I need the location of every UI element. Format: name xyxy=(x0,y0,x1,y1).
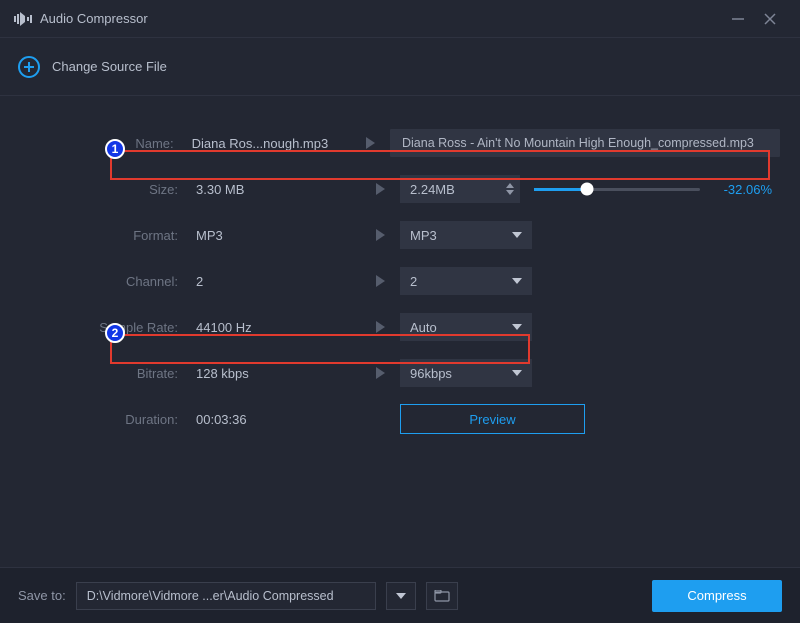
chevron-right-icon xyxy=(376,183,385,195)
annotation-badge-1: 1 xyxy=(105,139,125,159)
chevron-down-icon xyxy=(512,278,522,284)
source-sample-rate: 44100 Hz xyxy=(192,320,360,335)
compress-button[interactable]: Compress xyxy=(652,580,782,612)
target-size-spinner[interactable]: 2.24MB xyxy=(400,175,520,203)
minimize-button[interactable] xyxy=(722,3,754,35)
format-select[interactable]: MP3 xyxy=(400,221,532,249)
save-path-field[interactable]: D:\Vidmore\Vidmore ...er\Audio Compresse… xyxy=(76,582,376,610)
app-title: Audio Compressor xyxy=(40,11,722,26)
spinner-down-icon[interactable] xyxy=(506,190,514,195)
channel-select-value: 2 xyxy=(410,274,417,289)
size-percent-text: -32.06% xyxy=(712,182,772,197)
row-size: Size: 3.30 MB 2.24MB -32.06% xyxy=(20,166,780,212)
app-icon xyxy=(14,12,32,26)
bitrate-select-value: 96kbps xyxy=(410,366,452,381)
label-size: Size: xyxy=(20,182,192,197)
label-format: Format: xyxy=(20,228,192,243)
change-source-link[interactable]: Change Source File xyxy=(52,59,167,74)
chevron-right-icon xyxy=(376,321,385,333)
chevron-down-icon xyxy=(512,370,522,376)
content-area: Name: Diana Ros...nough.mp3 Diana Ross -… xyxy=(0,96,800,442)
size-slider[interactable]: -32.06% xyxy=(534,182,780,197)
open-folder-button[interactable] xyxy=(426,582,458,610)
row-duration: Duration: 00:03:36 Preview xyxy=(20,396,780,442)
title-bar: Audio Compressor xyxy=(0,0,800,38)
label-duration: Duration: xyxy=(20,412,192,427)
annotation-badge-2: 2 xyxy=(105,323,125,343)
label-channel: Channel: xyxy=(20,274,192,289)
label-bitrate: Bitrate: xyxy=(20,366,192,381)
sample-rate-select[interactable]: Auto xyxy=(400,313,532,341)
source-channel: 2 xyxy=(192,274,360,289)
source-duration: 00:03:36 xyxy=(192,412,360,427)
close-button[interactable] xyxy=(754,3,786,35)
chevron-down-icon xyxy=(396,593,406,599)
label-name: Name: xyxy=(20,136,188,151)
source-format: MP3 xyxy=(192,228,360,243)
source-bitrate: 128 kbps xyxy=(192,366,360,381)
save-path-dropdown[interactable] xyxy=(386,582,416,610)
source-name: Diana Ros...nough.mp3 xyxy=(188,136,351,151)
row-name: Name: Diana Ros...nough.mp3 Diana Ross -… xyxy=(20,120,780,166)
chevron-down-icon xyxy=(512,232,522,238)
chevron-right-icon xyxy=(376,229,385,241)
add-icon[interactable] xyxy=(18,56,40,78)
target-size-value: 2.24MB xyxy=(410,182,455,197)
format-select-value: MP3 xyxy=(410,228,437,243)
chevron-right-icon xyxy=(376,367,385,379)
header-bar: Change Source File xyxy=(0,38,800,96)
row-sample-rate: Sample Rate: 44100 Hz Auto xyxy=(20,304,780,350)
save-to-label: Save to: xyxy=(18,588,66,603)
output-name-field[interactable]: Diana Ross - Ain't No Mountain High Enou… xyxy=(390,129,780,157)
sample-rate-select-value: Auto xyxy=(410,320,437,335)
row-format: Format: MP3 MP3 xyxy=(20,212,780,258)
source-size: 3.30 MB xyxy=(192,182,360,197)
row-channel: Channel: 2 2 xyxy=(20,258,780,304)
row-bitrate: Bitrate: 128 kbps 96kbps xyxy=(20,350,780,396)
channel-select[interactable]: 2 xyxy=(400,267,532,295)
chevron-right-icon xyxy=(376,275,385,287)
spinner-up-icon[interactable] xyxy=(506,183,514,188)
footer-bar: Save to: D:\Vidmore\Vidmore ...er\Audio … xyxy=(0,567,800,623)
preview-button[interactable]: Preview xyxy=(400,404,585,434)
chevron-down-icon xyxy=(512,324,522,330)
chevron-right-icon xyxy=(366,137,375,149)
bitrate-select[interactable]: 96kbps xyxy=(400,359,532,387)
